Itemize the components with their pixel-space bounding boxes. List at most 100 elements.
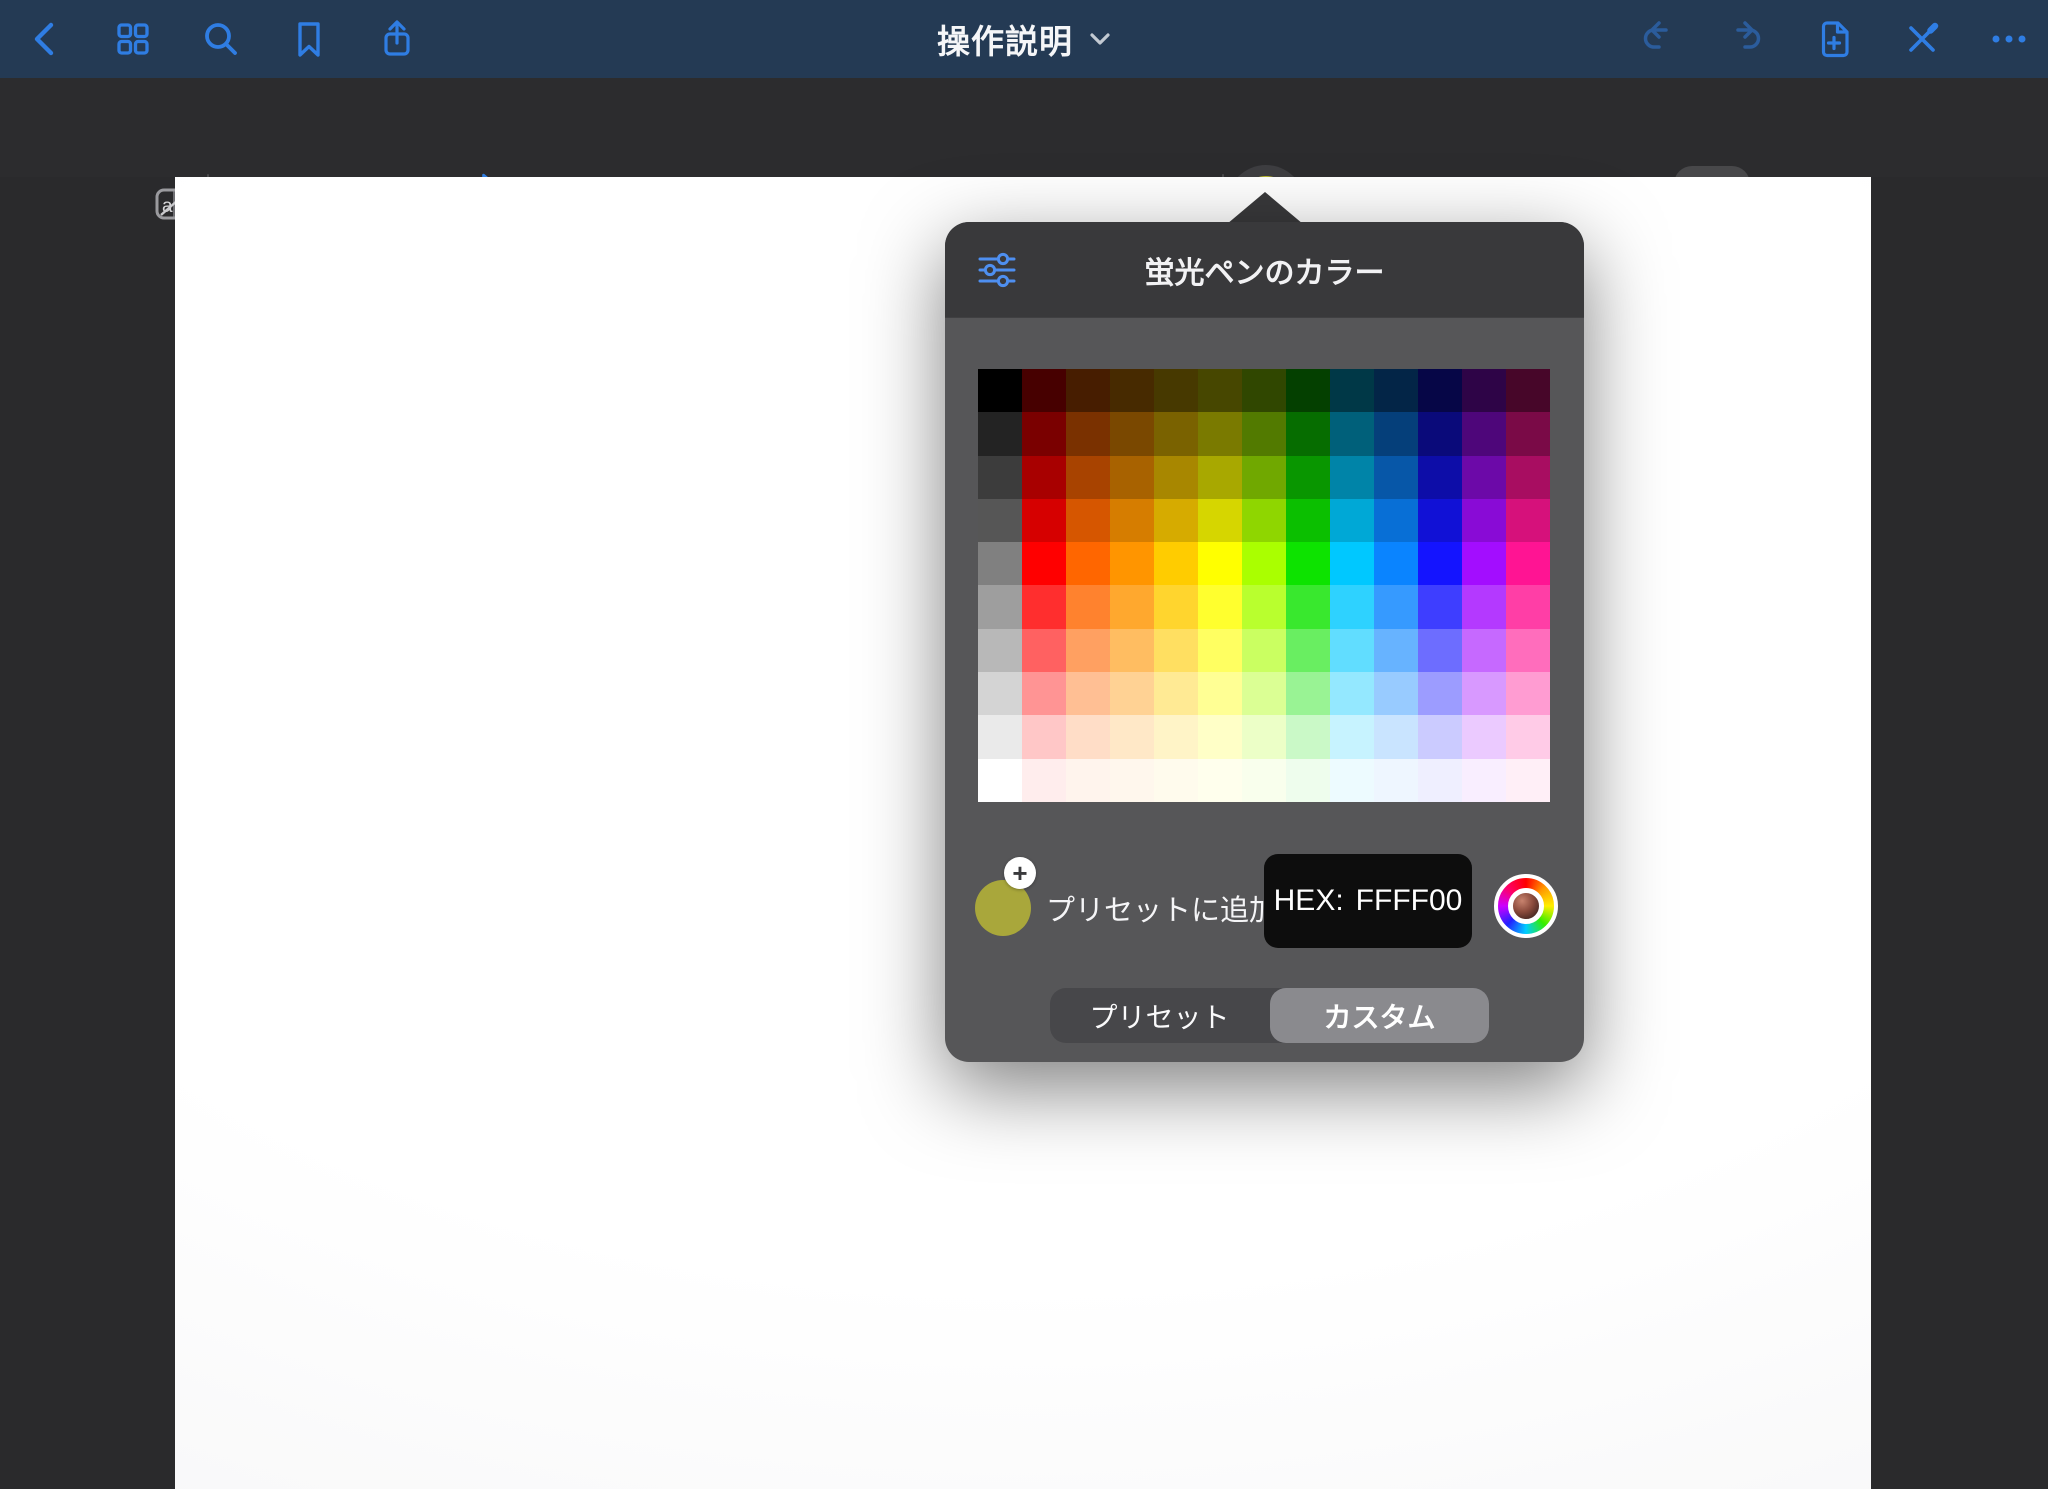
- color-swatch-r7-c7[interactable]: [1242, 629, 1286, 672]
- color-swatch-r4-c9[interactable]: [1330, 499, 1374, 542]
- color-swatch-r10-c1[interactable]: [978, 759, 1022, 802]
- color-swatch-r9-c9[interactable]: [1330, 715, 1374, 758]
- color-swatch-r10-c11[interactable]: [1418, 759, 1462, 802]
- color-swatch-r3-c12[interactable]: [1462, 456, 1506, 499]
- color-swatch-r8-c12[interactable]: [1462, 672, 1506, 715]
- color-swatch-r4-c13[interactable]: [1506, 499, 1550, 542]
- color-swatch-r2-c1[interactable]: [978, 412, 1022, 455]
- color-swatch-r4-c10[interactable]: [1374, 499, 1418, 542]
- color-swatch-r1-c8[interactable]: [1286, 369, 1330, 412]
- color-swatch-r10-c10[interactable]: [1374, 759, 1418, 802]
- color-swatch-r7-c5[interactable]: [1154, 629, 1198, 672]
- color-swatch-r3-c10[interactable]: [1374, 456, 1418, 499]
- color-swatch-r8-c4[interactable]: [1110, 672, 1154, 715]
- color-swatch-r3-c2[interactable]: [1022, 456, 1066, 499]
- color-swatch-r9-c1[interactable]: [978, 715, 1022, 758]
- color-swatch-r9-c8[interactable]: [1286, 715, 1330, 758]
- color-swatch-r5-c4[interactable]: [1110, 542, 1154, 585]
- color-swatch-r6-c11[interactable]: [1418, 585, 1462, 628]
- color-swatch-r1-c2[interactable]: [1022, 369, 1066, 412]
- color-wheel-icon[interactable]: [1494, 874, 1558, 938]
- color-swatch-r4-c1[interactable]: [978, 499, 1022, 542]
- color-swatch-r6-c1[interactable]: [978, 585, 1022, 628]
- color-swatch-r8-c6[interactable]: [1198, 672, 1242, 715]
- color-swatch-r10-c3[interactable]: [1066, 759, 1110, 802]
- color-swatch-r5-c1[interactable]: [978, 542, 1022, 585]
- add-page-icon[interactable]: [1811, 16, 1857, 62]
- color-swatch-r9-c3[interactable]: [1066, 715, 1110, 758]
- color-swatch-r2-c9[interactable]: [1330, 412, 1374, 455]
- color-swatch-r3-c6[interactable]: [1198, 456, 1242, 499]
- color-swatch-r6-c6[interactable]: [1198, 585, 1242, 628]
- color-swatch-r10-c4[interactable]: [1110, 759, 1154, 802]
- color-swatch-r4-c2[interactable]: [1022, 499, 1066, 542]
- color-swatch-r8-c2[interactable]: [1022, 672, 1066, 715]
- color-swatch-r8-c13[interactable]: [1506, 672, 1550, 715]
- color-swatch-r9-c13[interactable]: [1506, 715, 1550, 758]
- color-swatch-r3-c11[interactable]: [1418, 456, 1462, 499]
- color-swatch-r6-c10[interactable]: [1374, 585, 1418, 628]
- color-swatch-r1-c7[interactable]: [1242, 369, 1286, 412]
- color-swatch-r6-c5[interactable]: [1154, 585, 1198, 628]
- color-swatch-r4-c8[interactable]: [1286, 499, 1330, 542]
- tab-custom[interactable]: カスタム: [1270, 988, 1489, 1043]
- color-swatch-r4-c12[interactable]: [1462, 499, 1506, 542]
- color-swatch-r10-c6[interactable]: [1198, 759, 1242, 802]
- color-swatch-r2-c4[interactable]: [1110, 412, 1154, 455]
- color-swatch-r10-c12[interactable]: [1462, 759, 1506, 802]
- color-swatch-r5-c9[interactable]: [1330, 542, 1374, 585]
- color-swatch-r2-c13[interactable]: [1506, 412, 1550, 455]
- color-swatch-r6-c7[interactable]: [1242, 585, 1286, 628]
- color-swatch-r9-c4[interactable]: [1110, 715, 1154, 758]
- color-swatch-r5-c10[interactable]: [1374, 542, 1418, 585]
- color-swatch-r10-c5[interactable]: [1154, 759, 1198, 802]
- color-swatch-r3-c8[interactable]: [1286, 456, 1330, 499]
- color-swatch-r4-c11[interactable]: [1418, 499, 1462, 542]
- color-swatch-r1-c10[interactable]: [1374, 369, 1418, 412]
- color-swatch-r7-c2[interactable]: [1022, 629, 1066, 672]
- color-swatch-r9-c6[interactable]: [1198, 715, 1242, 758]
- color-swatch-r3-c1[interactable]: [978, 456, 1022, 499]
- color-swatch-r1-c1[interactable]: [978, 369, 1022, 412]
- color-swatch-r6-c12[interactable]: [1462, 585, 1506, 628]
- color-swatch-r1-c3[interactable]: [1066, 369, 1110, 412]
- color-swatch-r4-c3[interactable]: [1066, 499, 1110, 542]
- color-swatch-r4-c6[interactable]: [1198, 499, 1242, 542]
- color-swatch-r2-c8[interactable]: [1286, 412, 1330, 455]
- color-swatch-r2-c10[interactable]: [1374, 412, 1418, 455]
- color-swatch-r5-c5[interactable]: [1154, 542, 1198, 585]
- color-swatch-r5-c6[interactable]: [1198, 542, 1242, 585]
- color-swatch-r1-c13[interactable]: [1506, 369, 1550, 412]
- color-swatch-r7-c13[interactable]: [1506, 629, 1550, 672]
- color-swatch-r1-c11[interactable]: [1418, 369, 1462, 412]
- color-swatch-r6-c13[interactable]: [1506, 585, 1550, 628]
- color-swatch-r9-c10[interactable]: [1374, 715, 1418, 758]
- color-swatch-r3-c13[interactable]: [1506, 456, 1550, 499]
- color-swatch-r1-c6[interactable]: [1198, 369, 1242, 412]
- color-swatch-r9-c12[interactable]: [1462, 715, 1506, 758]
- color-swatch-r7-c9[interactable]: [1330, 629, 1374, 672]
- more-icon[interactable]: [1986, 16, 2032, 62]
- color-swatch-r8-c7[interactable]: [1242, 672, 1286, 715]
- color-swatch-r2-c5[interactable]: [1154, 412, 1198, 455]
- color-swatch-r7-c6[interactable]: [1198, 629, 1242, 672]
- color-swatch-r5-c7[interactable]: [1242, 542, 1286, 585]
- color-swatch-r3-c5[interactable]: [1154, 456, 1198, 499]
- color-swatch-r2-c2[interactable]: [1022, 412, 1066, 455]
- color-swatch-r1-c5[interactable]: [1154, 369, 1198, 412]
- color-swatch-r1-c9[interactable]: [1330, 369, 1374, 412]
- color-swatch-r7-c1[interactable]: [978, 629, 1022, 672]
- color-swatch-r10-c7[interactable]: [1242, 759, 1286, 802]
- color-swatch-r1-c4[interactable]: [1110, 369, 1154, 412]
- color-swatch-r5-c8[interactable]: [1286, 542, 1330, 585]
- color-swatch-r8-c11[interactable]: [1418, 672, 1462, 715]
- color-swatch-r9-c2[interactable]: [1022, 715, 1066, 758]
- color-swatch-r5-c3[interactable]: [1066, 542, 1110, 585]
- redo-icon[interactable]: [1723, 16, 1769, 62]
- color-swatch-r3-c4[interactable]: [1110, 456, 1154, 499]
- color-swatch-r10-c8[interactable]: [1286, 759, 1330, 802]
- color-swatch-r6-c8[interactable]: [1286, 585, 1330, 628]
- color-swatch-r2-c11[interactable]: [1418, 412, 1462, 455]
- color-swatch-r4-c4[interactable]: [1110, 499, 1154, 542]
- color-swatch-r6-c4[interactable]: [1110, 585, 1154, 628]
